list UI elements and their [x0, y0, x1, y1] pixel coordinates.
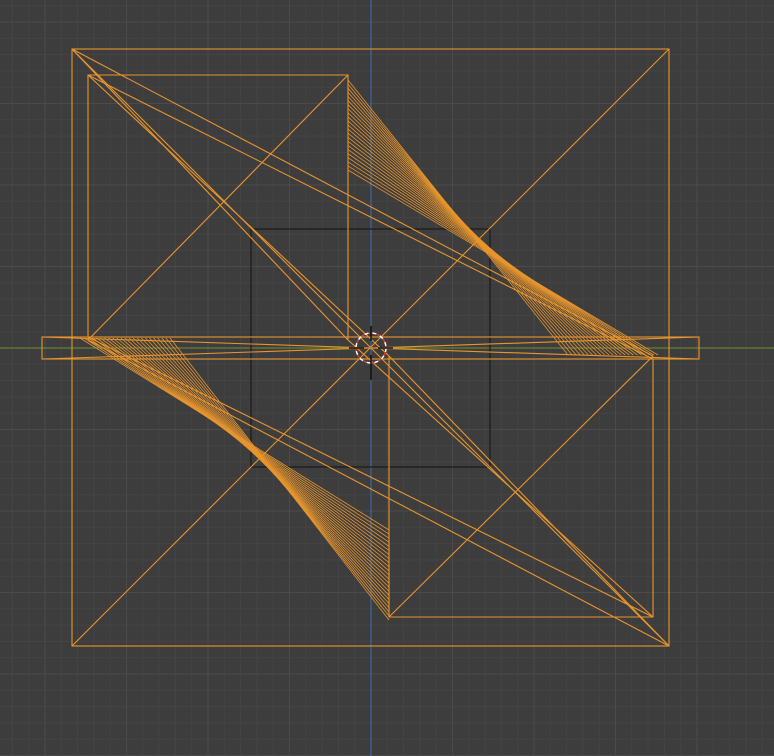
3d-viewport[interactable] [0, 0, 774, 756]
viewport-canvas[interactable] [0, 0, 774, 756]
